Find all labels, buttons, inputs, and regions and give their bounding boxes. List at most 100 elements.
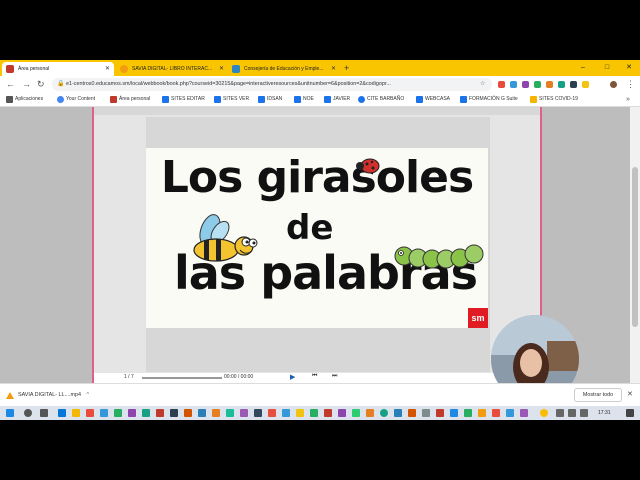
network-icon[interactable] bbox=[568, 409, 576, 417]
app-icon[interactable] bbox=[338, 409, 346, 417]
bookmark-your-content[interactable]: Your Content bbox=[57, 93, 95, 106]
app-icon[interactable] bbox=[128, 409, 136, 417]
app-icon[interactable] bbox=[352, 409, 360, 417]
app-icon[interactable] bbox=[492, 409, 500, 417]
volume-icon[interactable] bbox=[580, 409, 588, 417]
menu-icon[interactable]: ⋮ bbox=[626, 78, 635, 91]
app-icon[interactable] bbox=[240, 409, 248, 417]
app-icon[interactable] bbox=[380, 409, 388, 417]
app-icon[interactable] bbox=[156, 409, 164, 417]
browser-toolbar: ← → ↻ 🔒 e1-centros0.educamos.sm/local/we… bbox=[0, 76, 640, 93]
app-icon[interactable] bbox=[310, 409, 318, 417]
app-icon[interactable] bbox=[506, 409, 514, 417]
download-item[interactable]: SAVIA DIGITAL- LL....mp4 ^ bbox=[6, 388, 89, 402]
download-bar: SAVIA DIGITAL- LL....mp4 ^ Mostrar todo … bbox=[0, 383, 640, 406]
app-icon[interactable] bbox=[100, 409, 108, 417]
app-icon[interactable] bbox=[296, 409, 304, 417]
apps-grid-icon bbox=[6, 96, 13, 103]
minimize-button[interactable]: – bbox=[572, 60, 594, 76]
vlc-icon bbox=[6, 392, 14, 399]
chrome-icon[interactable] bbox=[540, 409, 548, 417]
bookmark-area-personal[interactable]: Área personal bbox=[110, 93, 150, 106]
app-icon[interactable] bbox=[282, 409, 290, 417]
bookmark-star-icon[interactable]: ☆ bbox=[480, 78, 485, 91]
notifications-icon[interactable] bbox=[626, 409, 634, 417]
app-icon[interactable] bbox=[436, 409, 444, 417]
extension-icon[interactable] bbox=[582, 81, 589, 88]
bookmark-sites-editar[interactable]: SITES EDITAR bbox=[162, 93, 205, 106]
app-icon[interactable] bbox=[170, 409, 178, 417]
tab-consejeria[interactable]: Consejería de Educación y Emple... ✕ bbox=[228, 62, 340, 76]
extension-icon[interactable] bbox=[546, 81, 553, 88]
more-bookmarks-icon[interactable]: » bbox=[626, 93, 630, 106]
globe-icon bbox=[57, 96, 64, 103]
progress-bar[interactable] bbox=[142, 377, 222, 379]
app-icon[interactable] bbox=[478, 409, 486, 417]
edge-icon[interactable] bbox=[58, 409, 66, 417]
extension-icon[interactable] bbox=[522, 81, 529, 88]
sites-icon bbox=[324, 96, 331, 103]
sites-icon bbox=[214, 96, 221, 103]
tab-area-personal[interactable]: Área personal ✕ bbox=[2, 62, 114, 76]
play-icon[interactable]: ▶ bbox=[290, 373, 295, 381]
app-icon[interactable] bbox=[422, 409, 430, 417]
reload-icon[interactable]: ↻ bbox=[37, 78, 45, 91]
app-icon[interactable] bbox=[86, 409, 94, 417]
close-tab-icon[interactable]: ✕ bbox=[331, 62, 336, 76]
bookmark-formacion-gsuite[interactable]: FORMACIÓN G Suite bbox=[460, 93, 518, 106]
sites-icon bbox=[258, 96, 265, 103]
app-icon[interactable] bbox=[366, 409, 374, 417]
task-view-icon[interactable] bbox=[40, 409, 48, 417]
app-icon[interactable] bbox=[450, 409, 458, 417]
scrollbar-thumb[interactable] bbox=[632, 167, 638, 327]
app-icon[interactable] bbox=[114, 409, 122, 417]
extension-icon[interactable] bbox=[558, 81, 565, 88]
app-icon[interactable] bbox=[212, 409, 220, 417]
maximize-button[interactable]: □ bbox=[596, 60, 618, 76]
bookmark-idsan[interactable]: IDSAN bbox=[258, 93, 282, 106]
sites-icon bbox=[294, 96, 301, 103]
app-icon[interactable] bbox=[394, 409, 402, 417]
app-icon[interactable] bbox=[254, 409, 262, 417]
close-window-button[interactable]: ✕ bbox=[618, 60, 640, 76]
skip-back-icon[interactable]: ⏮ bbox=[312, 373, 317, 380]
bookmark-javier[interactable]: JAVIER bbox=[324, 93, 350, 106]
app-icon[interactable] bbox=[226, 409, 234, 417]
new-tab-button[interactable]: + bbox=[344, 62, 349, 74]
bookmark-noe[interactable]: NOE bbox=[294, 93, 314, 106]
bookmark-apps[interactable]: Aplicaciones bbox=[6, 93, 43, 106]
page-scrollbar[interactable] bbox=[630, 107, 640, 383]
search-icon[interactable] bbox=[24, 409, 32, 417]
app-icon[interactable] bbox=[324, 409, 332, 417]
app-icon[interactable] bbox=[268, 409, 276, 417]
forward-icon[interactable]: → bbox=[22, 78, 31, 91]
show-all-button[interactable]: Mostrar todo bbox=[574, 388, 622, 402]
bookmark-sites-covid[interactable]: SITES COVID-19 bbox=[530, 93, 578, 106]
app-icon[interactable] bbox=[198, 409, 206, 417]
back-icon[interactable]: ← bbox=[6, 78, 15, 91]
extension-icon[interactable] bbox=[498, 81, 505, 88]
app-icon[interactable] bbox=[142, 409, 150, 417]
start-icon[interactable] bbox=[6, 409, 14, 417]
skip-forward-icon[interactable]: ⏭ bbox=[332, 373, 337, 380]
app-icon[interactable] bbox=[408, 409, 416, 417]
extension-icon[interactable] bbox=[510, 81, 517, 88]
close-tab-icon[interactable]: ✕ bbox=[105, 62, 110, 76]
tray-icon[interactable] bbox=[556, 409, 564, 417]
bookmark-sites-ver[interactable]: SITES VER bbox=[214, 93, 249, 106]
close-tab-icon[interactable]: ✕ bbox=[219, 62, 224, 76]
app-icon[interactable] bbox=[520, 409, 528, 417]
chevron-up-icon[interactable]: ^ bbox=[87, 392, 90, 398]
savia-icon bbox=[120, 65, 128, 73]
bookmark-cite-barbano[interactable]: CITE BARBAÑO bbox=[358, 93, 404, 106]
file-explorer-icon[interactable] bbox=[72, 409, 80, 417]
app-icon[interactable] bbox=[184, 409, 192, 417]
app-icon[interactable] bbox=[464, 409, 472, 417]
avatar[interactable] bbox=[610, 81, 617, 88]
address-bar[interactable]: 🔒 e1-centros0.educamos.sm/local/webbook/… bbox=[52, 78, 492, 91]
close-download-bar-icon[interactable]: ✕ bbox=[627, 390, 633, 398]
bookmark-webcasa[interactable]: WEBCASA bbox=[416, 93, 450, 106]
extension-icon[interactable] bbox=[534, 81, 541, 88]
tab-savia-digital[interactable]: SAVIA DIGITAL- LIBRO INTERAC... ✕ bbox=[116, 62, 228, 76]
extension-icon[interactable] bbox=[570, 81, 577, 88]
